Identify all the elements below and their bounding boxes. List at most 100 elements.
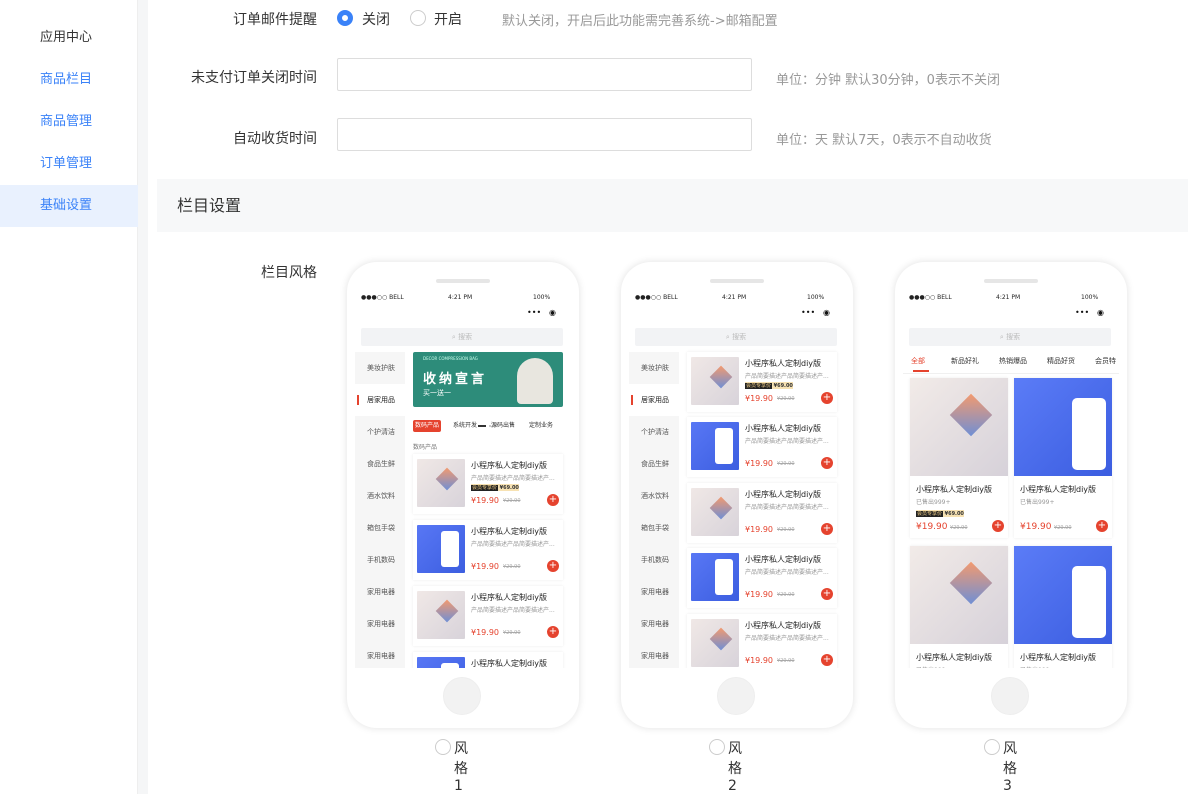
category-item[interactable]: 家用电器 <box>355 608 405 640</box>
style-3-label[interactable]: 风格3 <box>1003 738 1017 794</box>
product-card[interactable]: 小程序私人定制diy版 产品简要描述产品简要描述产... ¥19.90 ¥29.… <box>687 548 837 608</box>
vip-tag-label: 会员专享价 <box>916 511 944 517</box>
more-icon[interactable]: ••• <box>801 308 815 317</box>
subtab-item[interactable]: 数码产品 <box>413 420 442 432</box>
search-input[interactable]: ⌕ 搜索 <box>909 328 1111 346</box>
add-to-cart-icon[interactable]: + <box>821 523 833 535</box>
product-card[interactable]: 小程序私人定制diy版 产品简要描述产品简要描述产... 会员专享价 ¥69.0… <box>413 454 563 514</box>
email-notice-on-label[interactable]: 开启 <box>434 9 462 29</box>
phone-speaker <box>984 279 1038 283</box>
category-item-selected[interactable]: 居家用品 <box>355 384 405 416</box>
target-icon[interactable]: ◉ <box>1097 308 1104 317</box>
promo-banner[interactable]: DECOR COMPRESSION BAG 收纳宣言 买一送一 <box>413 352 563 407</box>
add-to-cart-icon[interactable]: + <box>547 494 559 506</box>
tab-item[interactable]: 会员特 <box>1095 356 1116 366</box>
tab-item[interactable]: 新品好礼 <box>951 356 979 366</box>
product-card[interactable]: 小程序私人定制diy版 已售出999+ <box>910 546 1008 668</box>
product-card[interactable]: 小程序私人定制diy版 产品简要描述产品简要描述产... ¥19.90 ¥29.… <box>687 417 837 477</box>
mini-program-capsule: ••• ◉ <box>797 308 839 322</box>
style-3-radio[interactable] <box>984 739 1000 755</box>
product-card[interactable]: 小程序私人定制diy版 产品简要描述产品简要描述产... ¥19.90 ¥29.… <box>687 483 837 543</box>
sidebar-divider <box>138 0 148 794</box>
category-item[interactable]: 家用电器 <box>629 608 679 640</box>
category-item[interactable]: 手机数码 <box>629 544 679 576</box>
tab-item[interactable]: 热销爆品 <box>999 356 1027 366</box>
category-item[interactable]: 食品生鲜 <box>629 448 679 480</box>
product-image <box>417 657 465 668</box>
product-card[interactable]: 小程序私人定制diy版 <box>413 652 563 668</box>
target-icon[interactable]: ◉ <box>823 308 830 317</box>
more-icon[interactable]: ••• <box>527 308 541 317</box>
target-icon[interactable]: ◉ <box>549 308 556 317</box>
sidebar-item-basic-settings[interactable]: 基础设置 <box>0 185 138 227</box>
product-desc: 产品简要描述产品简要描述产... <box>745 635 829 642</box>
tab-item-selected[interactable]: 全部 <box>911 356 929 372</box>
category-item[interactable]: 箱包手袋 <box>629 512 679 544</box>
search-input[interactable]: ⌕ 搜索 <box>635 328 837 346</box>
add-to-cart-icon[interactable]: + <box>547 626 559 638</box>
product-image <box>691 488 739 536</box>
style-1-radio[interactable] <box>435 739 451 755</box>
subtab-item[interactable]: 系统开发 <box>451 420 479 432</box>
sidebar-item-order-management[interactable]: 订单管理 <box>0 143 138 185</box>
banner-small-text: DECOR COMPRESSION BAG <box>423 356 478 361</box>
vip-price-tag: 会员专享价 ¥69.00 <box>916 510 964 517</box>
add-to-cart-icon[interactable]: + <box>547 560 559 572</box>
add-to-cart-icon[interactable]: + <box>821 654 833 666</box>
product-card[interactable]: 小程序私人定制diy版 已售出999+ <box>1014 546 1112 668</box>
phone-preview-style-3: ●●●○○ BELL 4:21 PM 100% ••• ◉ ⌕ 搜索 全部 新品… <box>895 262 1127 728</box>
email-notice-on-radio[interactable] <box>410 10 426 26</box>
more-icon[interactable]: ••• <box>1075 308 1089 317</box>
category-item[interactable]: 家用电器 <box>355 576 405 608</box>
auto-receive-input[interactable] <box>337 118 752 151</box>
tab-item[interactable]: 精品好货 <box>1047 356 1075 366</box>
category-item[interactable]: 食品生鲜 <box>355 448 405 480</box>
subtab-item[interactable]: 源码出售 <box>489 420 517 432</box>
email-notice-hint: 默认关闭，开启后此功能需完善系统->邮箱配置 <box>502 14 778 29</box>
add-to-cart-icon[interactable]: + <box>821 457 833 469</box>
product-card[interactable]: 小程序私人定制diy版 已售出999+ 会员专享价 ¥69.00 ¥19.90 … <box>910 378 1008 538</box>
product-card[interactable]: 小程序私人定制diy版 产品简要描述产品简要描述产... ¥19.90 ¥29.… <box>687 614 837 668</box>
subtab-item[interactable]: 定制业务 <box>527 420 555 432</box>
search-input[interactable]: ⌕ 搜索 <box>361 328 563 346</box>
category-item[interactable]: 酒水饮料 <box>355 480 405 512</box>
category-item[interactable]: 家用电器 <box>355 640 405 668</box>
product-card[interactable]: 小程序私人定制diy版 产品简要描述产品简要描述产... ¥19.90 ¥29.… <box>413 586 563 646</box>
category-item[interactable]: 个护清洁 <box>355 416 405 448</box>
product-card[interactable]: 小程序私人定制diy版 产品简要描述产品简要描述产... 会员专享价 ¥69.0… <box>687 352 837 412</box>
add-to-cart-icon[interactable]: + <box>821 588 833 600</box>
product-title: 小程序私人定制diy版 <box>745 359 822 368</box>
product-card[interactable]: 小程序私人定制diy版 已售出999+ ¥19.90 ¥29.90 + <box>1014 378 1112 538</box>
email-notice-off-label[interactable]: 关闭 <box>362 9 390 29</box>
category-item[interactable]: 手机数码 <box>355 544 405 576</box>
category-item[interactable]: 美妆护肤 <box>355 352 405 384</box>
category-item[interactable]: 箱包手袋 <box>355 512 405 544</box>
category-item[interactable]: 个护清洁 <box>629 416 679 448</box>
search-placeholder: 搜索 <box>1006 333 1021 341</box>
style-2-radio[interactable] <box>709 739 725 755</box>
status-time: 4:21 PM <box>996 294 1021 301</box>
product-title: 小程序私人定制diy版 <box>745 490 822 499</box>
product-image <box>910 546 1008 644</box>
category-item[interactable]: 家用电器 <box>629 576 679 608</box>
category-item-selected[interactable]: 居家用品 <box>629 384 679 416</box>
style-2-label[interactable]: 风格2 <box>728 738 742 794</box>
product-sold: 已售出999+ <box>1020 665 1054 668</box>
product-price: ¥19.90 <box>471 562 499 571</box>
product-old-price: ¥29.90 <box>503 630 521 636</box>
unpaid-close-input[interactable] <box>337 58 752 91</box>
category-item[interactable]: 家用电器 <box>629 640 679 668</box>
email-notice-label: 订单邮件提醒 <box>233 12 317 28</box>
category-item[interactable]: 美妆护肤 <box>629 352 679 384</box>
add-to-cart-icon[interactable]: + <box>992 520 1004 532</box>
vip-tag-label: 会员专享价 <box>745 383 773 389</box>
add-to-cart-icon[interactable]: + <box>1096 520 1108 532</box>
style-1-label[interactable]: 风格1 <box>454 738 468 794</box>
category-item[interactable]: 酒水饮料 <box>629 480 679 512</box>
product-image <box>417 525 465 573</box>
product-card[interactable]: 小程序私人定制diy版 产品简要描述产品简要描述产... ¥19.90 ¥29.… <box>413 520 563 580</box>
auto-receive-hint: 单位：天 默认7天，0表示不自动收货 <box>776 133 992 148</box>
product-image <box>691 619 739 667</box>
add-to-cart-icon[interactable]: + <box>821 392 833 404</box>
email-notice-off-radio[interactable] <box>337 10 353 26</box>
